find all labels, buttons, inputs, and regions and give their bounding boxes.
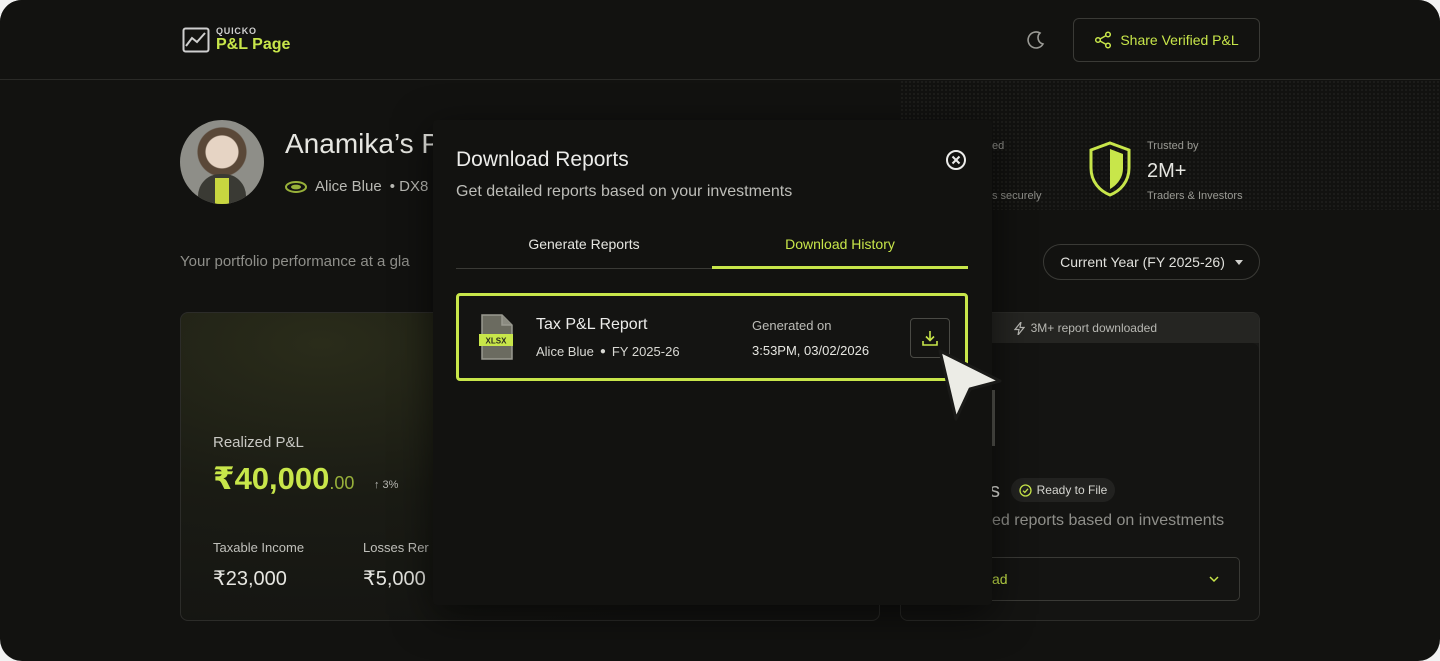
- broker-row: Alice Blue • DX8: [285, 178, 428, 195]
- trust-left-bottom: s securely: [992, 190, 1042, 202]
- xlsx-file-icon: XLSX: [479, 314, 513, 360]
- lightning-icon: [1013, 321, 1025, 335]
- shield-icon: [1089, 141, 1131, 197]
- history-row[interactable]: XLSX Tax P&L Report Alice Blue ● FY 2025…: [456, 293, 968, 381]
- year-select[interactable]: Current Year (FY 2025-26): [1043, 244, 1260, 280]
- pnl-value: ₹40,000.00: [213, 461, 354, 497]
- generated-on-label: Generated on: [752, 318, 832, 333]
- chevron-down-icon: [1209, 576, 1219, 583]
- report-downloads-text: 3M+ report downloaded: [1030, 321, 1157, 335]
- caret-down-icon: [1234, 259, 1243, 265]
- report-fy: FY 2025-26: [611, 344, 680, 359]
- cursor-icon: [938, 349, 1002, 421]
- broker-name: Alice Blue: [315, 178, 382, 195]
- share-verified-button[interactable]: Share Verified P&L: [1073, 18, 1260, 62]
- app-frame: QUICKO P&L Page Share Verified P&L Anami…: [0, 0, 1440, 661]
- portfolio-tagline: Your portfolio performance at a gla: [180, 253, 410, 270]
- pnl-value-decimals: .00: [329, 473, 355, 493]
- chart-logo-icon: [182, 27, 210, 53]
- check-circle-icon: [1018, 483, 1032, 497]
- download-reports-modal: Download Reports Get detailed reports ba…: [433, 120, 992, 605]
- report-broker: Alice Blue: [536, 344, 594, 359]
- share-button-label: Share Verified P&L: [1120, 32, 1239, 48]
- top-header: QUICKO P&L Page Share Verified P&L: [0, 0, 1440, 80]
- ready-to-file-badge: Ready to File: [1011, 478, 1115, 502]
- ready-to-file-text: Ready to File: [1036, 483, 1108, 497]
- profile-name: Anamika’s P: [285, 128, 441, 159]
- pnl-change: ↑ 3%: [374, 479, 399, 491]
- taxable-income-label: Taxable Income: [213, 540, 305, 555]
- trust-left-top: ed: [992, 140, 1005, 152]
- report-name: Tax P&L Report: [536, 316, 648, 333]
- tab-download-history[interactable]: Download History: [712, 232, 968, 269]
- losses-value: ₹5,000: [363, 568, 426, 590]
- taxable-income-value: ₹23,000: [213, 568, 287, 590]
- trusted-count: 2M+: [1147, 160, 1187, 182]
- avatar-shirt: [215, 178, 229, 204]
- tab-generate-reports[interactable]: Generate Reports: [456, 232, 712, 269]
- pnl-label: Realized P&L: [213, 434, 304, 451]
- trusted-audience: Traders & Investors: [1147, 190, 1243, 202]
- share-icon: [1095, 31, 1112, 49]
- bullet-separator: ●: [599, 346, 606, 357]
- year-select-value: Current Year (FY 2025-26): [1060, 254, 1225, 270]
- logo-main-text: P&L Page: [216, 36, 291, 53]
- generated-on-value: 3:53PM, 03/02/2026: [752, 343, 870, 358]
- logo-top-text: QUICKO: [216, 26, 257, 36]
- xlsx-label: XLSX: [486, 337, 508, 346]
- pnl-value-main: ₹40,000: [213, 461, 330, 496]
- close-icon[interactable]: [945, 149, 967, 171]
- modal-subtitle: Get detailed reports based on your inves…: [456, 183, 793, 200]
- broker-icon: [285, 180, 307, 193]
- logo[interactable]: QUICKO P&L Page: [182, 26, 290, 54]
- avatar: [180, 120, 264, 204]
- report-meta: Alice Blue ● FY 2025-26: [536, 344, 680, 359]
- report-card-subtitle: ed reports based on investments: [992, 512, 1225, 529]
- moon-icon[interactable]: [1025, 29, 1047, 51]
- logo-text: QUICKO P&L Page: [216, 26, 290, 54]
- report-type-select-value: ad: [992, 571, 1008, 587]
- modal-title: Download Reports: [456, 148, 629, 171]
- modal-tabs: Generate Reports Download History: [456, 232, 968, 269]
- trusted-by-label: Trusted by: [1147, 140, 1199, 152]
- broker-suffix: • DX8: [389, 178, 429, 195]
- losses-label: Losses Rer: [363, 540, 429, 555]
